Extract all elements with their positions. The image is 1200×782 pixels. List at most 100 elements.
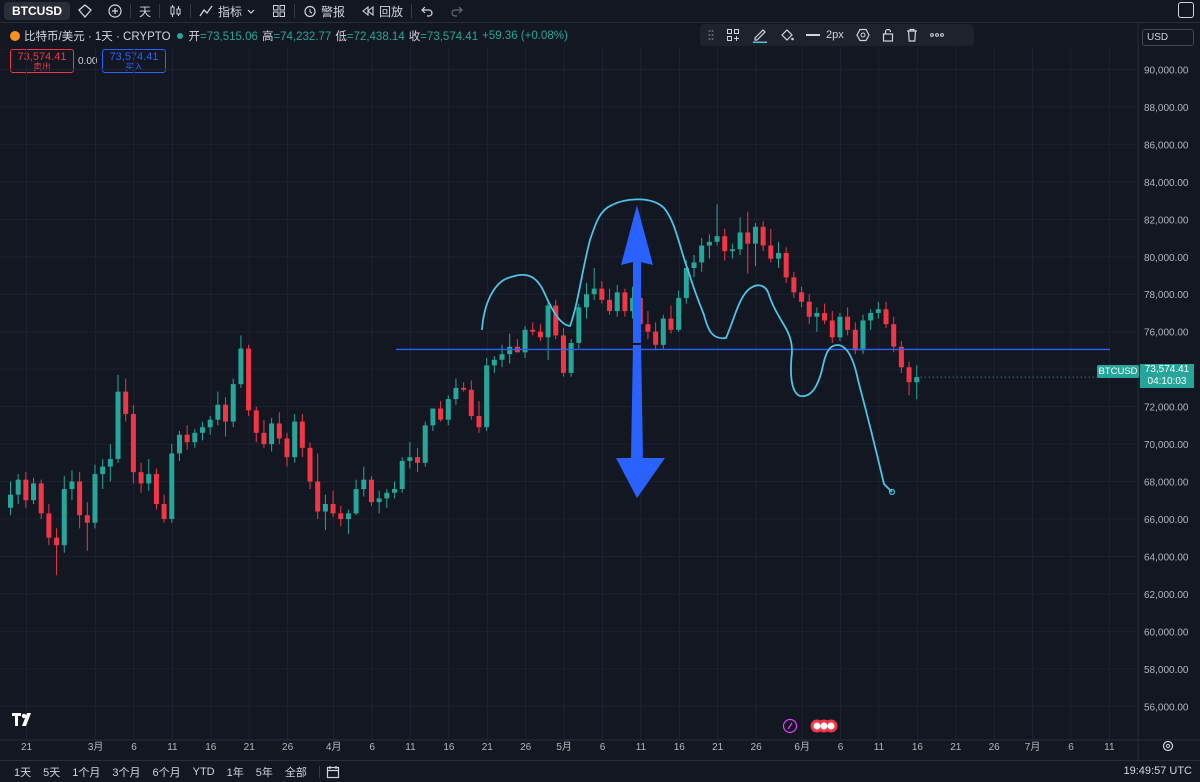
lock-icon[interactable]	[882, 28, 894, 42]
price-tick-label: 86,000.00	[1144, 140, 1189, 151]
compare-symbol-button[interactable]	[70, 0, 100, 22]
axis-settings-icon[interactable]	[1162, 740, 1174, 752]
current-price-box: 73,574.41 04:10:03	[1140, 364, 1194, 388]
time-tick-label: 3月	[88, 741, 104, 753]
price-tick-label: 72,000.00	[1144, 403, 1189, 414]
bitcoin-logo-icon	[10, 31, 20, 41]
candle-down	[276, 423, 282, 439]
price-tick-label: 64,000.00	[1144, 552, 1189, 563]
drag-handle-icon[interactable]	[708, 29, 714, 41]
candle-down	[799, 292, 805, 302]
fullscreen-icon[interactable]	[1178, 2, 1194, 18]
add-symbol-button[interactable]	[100, 0, 130, 22]
candle-down	[46, 513, 52, 538]
candle-up	[61, 489, 67, 546]
price-axis: 56,000.00 58,000.00 60,000.00 62,000.00 64,0…	[1144, 65, 1189, 713]
time-tick-label: 26	[520, 742, 532, 753]
open-value: =73,515.06	[200, 31, 258, 43]
time-tick-label: 11	[405, 742, 416, 753]
candle-down	[338, 513, 344, 519]
range-1d[interactable]: 1天	[8, 764, 37, 780]
candle-up	[15, 479, 21, 495]
goto-date-icon[interactable]	[326, 765, 340, 779]
candle-down	[223, 404, 229, 422]
candle-up	[837, 316, 843, 338]
range-1y[interactable]: 1年	[221, 764, 250, 780]
candle-down	[130, 414, 136, 473]
candle-up	[146, 474, 152, 484]
pencil-color-icon[interactable]	[752, 27, 768, 43]
alerts-button[interactable]: 警报	[295, 0, 353, 22]
candle-up	[591, 288, 597, 295]
candle-up	[699, 245, 705, 263]
candle-down	[637, 297, 643, 325]
candle-down	[54, 537, 60, 546]
low-label: 低	[335, 31, 347, 43]
range-ytd[interactable]: YTD	[187, 766, 221, 778]
sell-button[interactable]: 73,574.41 卖出	[10, 49, 74, 73]
low-value: =72,438.14	[346, 31, 405, 43]
range-5d[interactable]: 5天	[37, 764, 66, 780]
time-tick-label: 26	[989, 742, 1001, 753]
price-tick-label: 84,000.00	[1144, 178, 1189, 189]
settings-hexagon-icon[interactable]	[856, 28, 870, 42]
candle-down	[123, 391, 129, 415]
candle-up	[215, 404, 221, 420]
open-label: 开	[188, 31, 201, 43]
candle-down	[898, 346, 904, 368]
layout-templates-button[interactable]	[264, 0, 294, 22]
chevron-down-icon	[247, 9, 255, 14]
arrow-up	[621, 205, 653, 343]
arrow-down	[616, 345, 665, 498]
rewind-icon	[362, 5, 374, 17]
range-all[interactable]: 全部	[279, 764, 313, 780]
candle-up	[69, 481, 75, 490]
replay-button[interactable]: 回放	[353, 0, 411, 22]
time-tick-label: 16	[674, 742, 686, 753]
candle-down	[537, 331, 543, 338]
events-markers[interactable]	[782, 718, 842, 734]
currency-select[interactable]: USD	[1142, 29, 1194, 46]
candle-up	[407, 457, 413, 461]
candle-up	[714, 236, 720, 242]
candle-up	[430, 408, 436, 426]
close-label: 收	[408, 31, 421, 43]
plus-circle-icon	[108, 4, 122, 18]
fill-bucket-icon[interactable]	[780, 28, 794, 42]
redo-button[interactable]	[442, 0, 472, 22]
time-tick-label: 16	[205, 742, 217, 753]
utc-clock[interactable]: 19:49:57 UTC	[1124, 765, 1192, 777]
line-width-button[interactable]: 2px	[806, 29, 844, 41]
price-tick-label: 56,000.00	[1144, 702, 1189, 713]
time-tick-label: 6	[131, 742, 137, 753]
candle-up	[683, 268, 689, 298]
indicators-button[interactable]: 指标	[191, 0, 264, 22]
price-tick-label: 76,000.00	[1144, 328, 1189, 339]
candle-down	[845, 316, 851, 330]
price-chart[interactable]: 56,000.00 58,000.00 60,000.00 62,000.00 64,0…	[0, 0, 1200, 781]
candle-down	[791, 277, 797, 293]
candle-down	[883, 309, 889, 325]
candle-down	[415, 457, 421, 463]
time-tick-label: 11	[167, 742, 178, 753]
range-6m[interactable]: 6个月	[147, 764, 187, 780]
undo-button[interactable]	[412, 0, 442, 22]
chart-type-button[interactable]	[160, 0, 190, 22]
legend-title[interactable]: 比特币/美元 · 1天 · CRYPTO	[24, 28, 171, 44]
interval-button[interactable]: 天	[131, 0, 159, 22]
candle-down	[599, 288, 605, 300]
range-1m[interactable]: 1个月	[66, 764, 106, 780]
trash-icon[interactable]	[906, 28, 918, 42]
buy-button[interactable]: 73,574.41 买入	[102, 49, 166, 73]
symbol-search-button[interactable]: BTCUSD	[4, 2, 70, 20]
diamond-icon	[78, 4, 92, 18]
more-icon[interactable]	[929, 33, 944, 37]
time-tick-label: 21	[244, 742, 256, 753]
range-3m[interactable]: 3个月	[106, 764, 146, 780]
chart-legend: 比特币/美元 · 1天 · CRYPTO 开=73,515.06 高=74,23…	[10, 28, 568, 44]
time-axis: 21 3月 6 11 16 21 26 4月 6 11 16 21 26 5月 6 11 16 21 26 6月 6 11…	[21, 741, 1115, 753]
candle-down	[461, 387, 467, 390]
candle-down	[299, 421, 305, 448]
add-template-icon[interactable]	[726, 28, 740, 42]
range-5y[interactable]: 5年	[250, 764, 279, 780]
